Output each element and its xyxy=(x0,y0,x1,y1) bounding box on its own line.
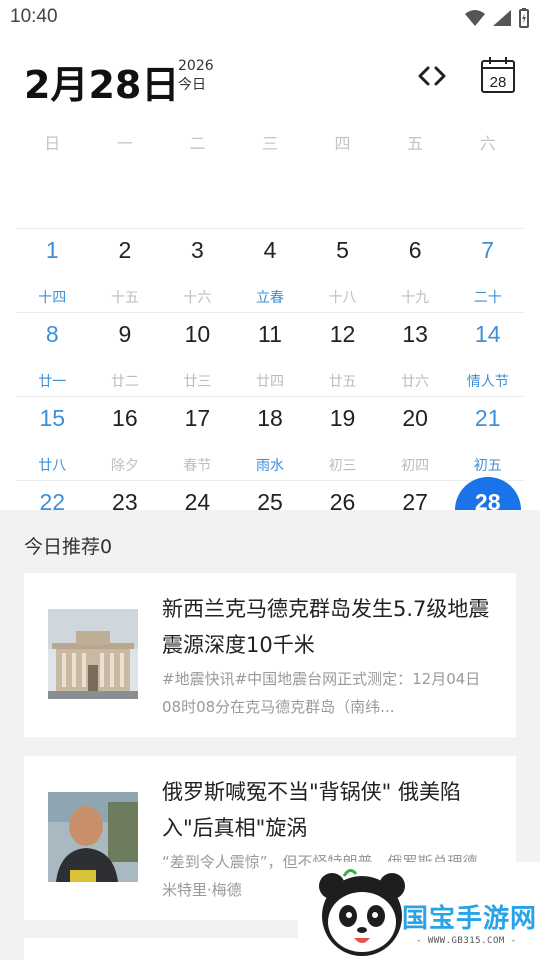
calendar-day-number: 13 xyxy=(402,321,428,347)
news-card[interactable]: 新西兰克马德克群岛发生5.7级地震 震源深度10千米 #地震快讯#中国地震台网正… xyxy=(24,573,516,737)
calendar-lunar-label: 立春 xyxy=(255,290,284,306)
calendar-day-number: 5 xyxy=(336,237,349,263)
calendar-day-number: 8 xyxy=(45,321,59,347)
year-label: 2026 xyxy=(178,58,214,74)
date-title: 2月28日 xyxy=(24,63,180,107)
calendar-day-number: 20 xyxy=(402,405,428,431)
battery-charging-icon xyxy=(519,8,529,28)
news-title: 新西兰克马德克群岛发生5.7级地震 震源深度10千米 xyxy=(162,597,490,657)
date-subtitle: 2026 今日 xyxy=(178,57,214,95)
wifi-icon xyxy=(465,10,485,26)
calendar-day-number: 11 xyxy=(258,321,282,347)
calendar-day-number: 3 xyxy=(191,237,204,263)
status-time: 10:40 xyxy=(10,6,58,27)
calendar-lunar-label: 情人节 xyxy=(466,374,509,390)
calendar-lunar-label: 廿二 xyxy=(110,374,139,390)
calendar-day-number: 10 xyxy=(184,321,211,347)
calendar-day-number: 18 xyxy=(257,405,283,431)
calendar-day-number: 17 xyxy=(184,405,211,431)
calendar-lunar-label: 廿五 xyxy=(328,374,357,390)
calendar-lunar-label: 十五 xyxy=(110,290,139,306)
calendar-icon-day: 28 xyxy=(490,74,507,91)
signal-icon xyxy=(493,10,511,26)
calendar-lunar-label: 初五 xyxy=(473,458,502,474)
weekday-mon: 一 xyxy=(116,134,133,153)
calendar-lunar-label: 除夕 xyxy=(110,458,139,474)
watermark-logo: 国宝手游网 - WWW.GB315.COM - xyxy=(298,862,540,960)
calendar-day-number: 9 xyxy=(118,321,132,347)
calendar-lunar-label: 雨水 xyxy=(255,458,284,474)
calendar-day-number: 4 xyxy=(263,237,277,263)
weekday-sun: 日 xyxy=(44,134,61,153)
recommend-title: 今日推荐0 xyxy=(24,536,113,558)
watermark-url: - WWW.GB315.COM - xyxy=(416,936,517,946)
calendar-lunar-label: 十八 xyxy=(328,290,357,306)
weekday-tue: 二 xyxy=(189,134,206,153)
calendar-icon: 28 xyxy=(481,57,515,93)
calendar-day-number: 14 xyxy=(474,321,501,347)
calendar-lunar-label: 廿六 xyxy=(401,374,430,390)
news-title: 俄罗斯喊冤不当"背锅侠" 俄美陷入"后真相"旋涡 xyxy=(162,780,461,840)
calendar-lunar-label: 十六 xyxy=(183,290,212,306)
weekday-sat: 六 xyxy=(479,134,496,153)
calendar-lunar-label: 初三 xyxy=(328,458,357,474)
panda-logo-icon xyxy=(319,869,405,956)
calendar-lunar-label: 十九 xyxy=(401,290,430,306)
calendar-lunar-label: 廿四 xyxy=(255,374,284,390)
code-arrows-icon xyxy=(418,66,446,86)
calendar-lunar-label: 春节 xyxy=(183,458,212,474)
calendar-lunar-label: 廿一 xyxy=(38,374,67,390)
calendar-day-number: 12 xyxy=(329,321,356,347)
calendar-day-number: 1 xyxy=(45,237,59,263)
calendar-day-number: 6 xyxy=(408,237,422,263)
status-icons xyxy=(464,8,530,28)
calendar-day-number: 7 xyxy=(481,237,495,263)
calendar-lunar-label: 廿三 xyxy=(183,374,212,390)
calendar-header: 2月28日 2026 今日 28 xyxy=(0,44,540,114)
watermark-brand: 国宝手游网 xyxy=(402,904,538,934)
calendar-lunar-label: 十四 xyxy=(38,290,67,306)
today-label[interactable]: 今日 xyxy=(178,76,214,95)
weekday-fri: 五 xyxy=(407,134,424,153)
calendar-day-number: 19 xyxy=(329,405,356,431)
calendar-today-button[interactable]: 28 xyxy=(480,56,516,94)
news-thumbnail-person xyxy=(48,792,138,882)
calendar-day-number: 15 xyxy=(39,405,66,431)
weekday-thu: 四 xyxy=(334,134,351,153)
weekday-row: 日 一 二 三 四 五 六 xyxy=(16,130,524,160)
news-desc: #地震快讯#中国地震台网正式测定：12月04日08时08分在克马德克群岛（南纬.… xyxy=(162,670,481,716)
calendar-lunar-label: 廿八 xyxy=(38,458,67,474)
calendar-day-number: 21 xyxy=(474,405,501,431)
calendar-lunar-label: 二十 xyxy=(473,290,502,306)
calendar-day-number: 16 xyxy=(112,405,138,431)
calendar-day-number: 2 xyxy=(118,237,132,263)
calendar-lunar-label: 初四 xyxy=(401,458,430,474)
prev-next-arrows-button[interactable] xyxy=(414,58,450,94)
news-thumbnail-building xyxy=(48,609,138,699)
weekday-wed: 三 xyxy=(261,134,278,153)
status-bar: 10:40 xyxy=(0,0,540,36)
